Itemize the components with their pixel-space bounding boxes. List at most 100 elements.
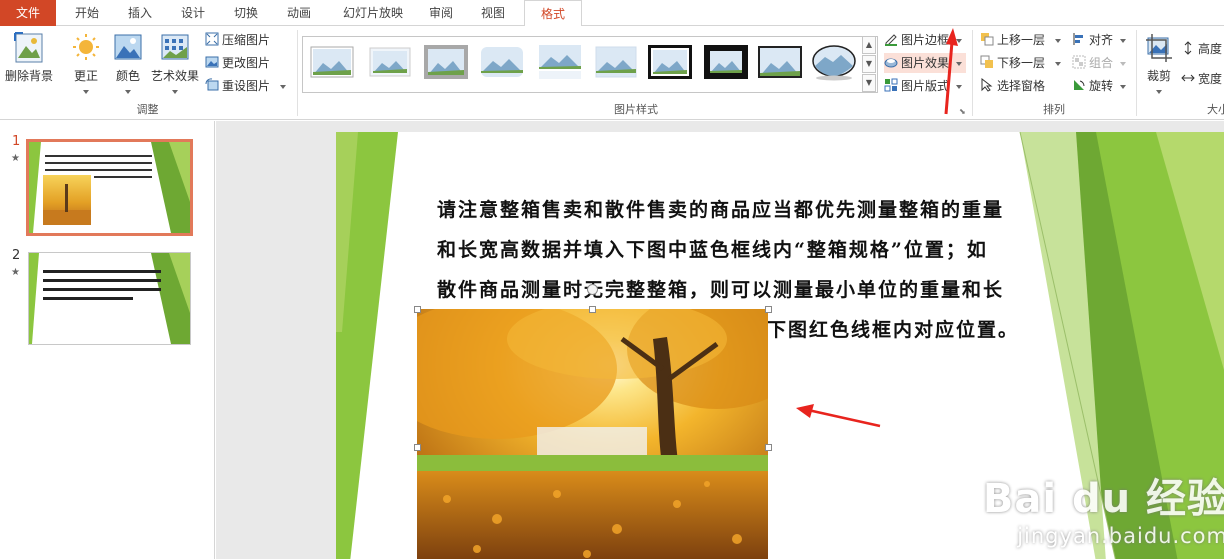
group-button[interactable]: 组合 <box>1072 53 1126 73</box>
resize-handle[interactable] <box>765 444 772 451</box>
crop-label: 裁剪 <box>1146 69 1171 83</box>
change-picture-button[interactable]: 更改图片 <box>205 53 270 73</box>
compress-pictures-button[interactable]: 压缩图片 <box>205 30 270 50</box>
picture-style-thick-black-frame[interactable] <box>703 42 749 82</box>
group-label-arrange: 排列 <box>1043 103 1065 116</box>
height-icon <box>1184 41 1192 55</box>
rotation-handle[interactable] <box>587 284 598 295</box>
annotation-arrow-up <box>944 28 958 115</box>
corrections-button[interactable]: 更正 <box>67 32 105 98</box>
picture-style-simple-frame[interactable] <box>309 42 355 82</box>
chevron-down-icon <box>172 89 178 94</box>
chevron-down-icon <box>83 89 89 94</box>
gallery-scroll-up[interactable]: ▲ <box>862 36 876 54</box>
rotate-icon <box>1074 80 1085 90</box>
slide-editing-area: 请注意整箱售卖和散件售卖的商品应当都优先测量整箱的重量 和长宽高数据并填入下图中… <box>216 121 1224 559</box>
tab-transitions[interactable]: 切换 <box>225 0 267 26</box>
gallery-scroll-down[interactable]: ▼ <box>862 55 876 73</box>
remove-background-label: 删除背景 <box>4 69 53 83</box>
group-label-picture-styles: 图片样式 <box>614 103 658 116</box>
resize-handle[interactable] <box>414 444 421 451</box>
picture-style-black-double-frame[interactable] <box>647 42 693 82</box>
group-separator <box>972 30 973 116</box>
height-field[interactable]: 高度 <box>1181 39 1222 59</box>
picture-style-rounded[interactable] <box>479 42 525 82</box>
change-picture-icon <box>205 56 219 68</box>
chevron-down-icon <box>1119 38 1126 43</box>
picture-style-thin-black-frame[interactable] <box>757 42 803 82</box>
resize-handle[interactable] <box>414 306 421 313</box>
chevron-down-icon <box>1054 61 1061 66</box>
group-label: 组合 <box>1089 56 1114 70</box>
slide-thumbnail-1[interactable] <box>26 139 193 236</box>
picture-styles-gallery <box>302 36 878 93</box>
selected-picture[interactable] <box>417 309 768 559</box>
resize-handle[interactable] <box>765 306 772 313</box>
crop-button[interactable]: 裁剪 <box>1142 32 1176 98</box>
crop-icon <box>1146 34 1172 62</box>
picture-layout-icon <box>884 78 898 92</box>
animation-star-icon: ★ <box>11 153 20 164</box>
width-field[interactable]: 宽度 <box>1181 69 1222 89</box>
rotate-button[interactable]: 旋转 <box>1072 76 1126 96</box>
resize-handle[interactable] <box>589 306 596 313</box>
selection-pane-label: 选择窗格 <box>997 79 1046 93</box>
color-button[interactable]: 颜色 <box>111 32 145 98</box>
color-label: 颜色 <box>115 69 140 83</box>
slide-canvas[interactable]: 请注意整箱售卖和散件售卖的商品应当都优先测量整箱的重量 和长宽高数据并填入下图中… <box>336 132 1224 559</box>
artistic-effects-button[interactable]: 艺术效果 <box>149 32 201 98</box>
gallery-more[interactable]: ▼ <box>862 74 876 92</box>
slide-thumbnail-2[interactable] <box>28 252 191 345</box>
bring-forward-label: 上移一层 <box>997 33 1046 47</box>
tab-slideshow[interactable]: 幻灯片放映 <box>333 0 413 26</box>
picture-style-soft-shadow[interactable] <box>593 42 639 82</box>
group-label-adjust: 调整 <box>136 103 159 116</box>
text-line: 和长宽高数据并填入下图中蓝色框线内“整箱规格”位置；如 <box>437 239 988 261</box>
tab-insert[interactable]: 插入 <box>119 0 161 26</box>
tab-file[interactable]: 文件 <box>0 0 56 26</box>
reset-picture-button[interactable]: 重设图片 <box>205 76 286 96</box>
corrections-label: 更正 <box>73 69 98 83</box>
animation-star-icon: ★ <box>11 267 20 278</box>
watermark-url: jingyan.baidu.com <box>1017 524 1224 548</box>
autumn-tree-photo <box>417 309 768 559</box>
change-picture-label: 更改图片 <box>222 56 271 70</box>
send-backward-label: 下移一层 <box>997 56 1046 70</box>
picture-style-soft-edge[interactable] <box>367 42 413 82</box>
reset-picture-icon <box>205 78 219 91</box>
pencil-icon <box>885 34 897 46</box>
send-backward-button[interactable]: 下移一层 <box>980 53 1061 73</box>
artistic-effects-label: 艺术效果 <box>150 69 199 83</box>
selection-pane-button[interactable]: 选择窗格 <box>980 76 1045 96</box>
text-line: 散件商品测量时无完整整箱，则可以测量最小单位的重量和长 <box>437 279 1005 301</box>
reset-picture-label: 重设图片 <box>222 79 271 93</box>
chevron-down-icon <box>1119 84 1126 89</box>
tab-design[interactable]: 设计 <box>172 0 214 26</box>
remove-background-icon <box>14 32 43 63</box>
chevron-down-icon <box>1119 61 1126 66</box>
picture-effects-icon <box>884 58 898 68</box>
height-label: 高度 <box>1198 42 1223 56</box>
text-line: 请注意整箱售卖和散件售卖的商品应当都优先测量整箱的重量 <box>437 199 1005 221</box>
align-button[interactable]: 对齐 <box>1072 30 1126 50</box>
tab-format[interactable]: 格式 <box>524 0 582 27</box>
tab-animations[interactable]: 动画 <box>278 0 320 26</box>
chevron-down-icon <box>1054 38 1061 43</box>
tab-home[interactable]: 开始 <box>66 0 108 26</box>
group-icon <box>1072 55 1086 69</box>
remove-background-button[interactable]: 删除背景 <box>3 32 55 84</box>
picture-style-reflected[interactable] <box>537 42 583 82</box>
tab-review[interactable]: 审阅 <box>420 0 462 26</box>
bring-forward-button[interactable]: 上移一层 <box>980 30 1061 50</box>
tab-view[interactable]: 视图 <box>472 0 514 26</box>
width-icon <box>1181 74 1195 82</box>
dialog-launcher-icon[interactable]: ⬊ <box>959 107 966 116</box>
bring-forward-icon <box>981 33 994 46</box>
group-separator <box>1136 30 1137 116</box>
picture-style-oval[interactable] <box>811 42 857 82</box>
slide-1-preview <box>29 142 190 233</box>
picture-style-gray-frame[interactable] <box>423 42 469 82</box>
annotation-arrow-left <box>796 404 881 428</box>
selection-pane-icon <box>981 78 993 92</box>
chevron-down-icon <box>125 89 131 94</box>
